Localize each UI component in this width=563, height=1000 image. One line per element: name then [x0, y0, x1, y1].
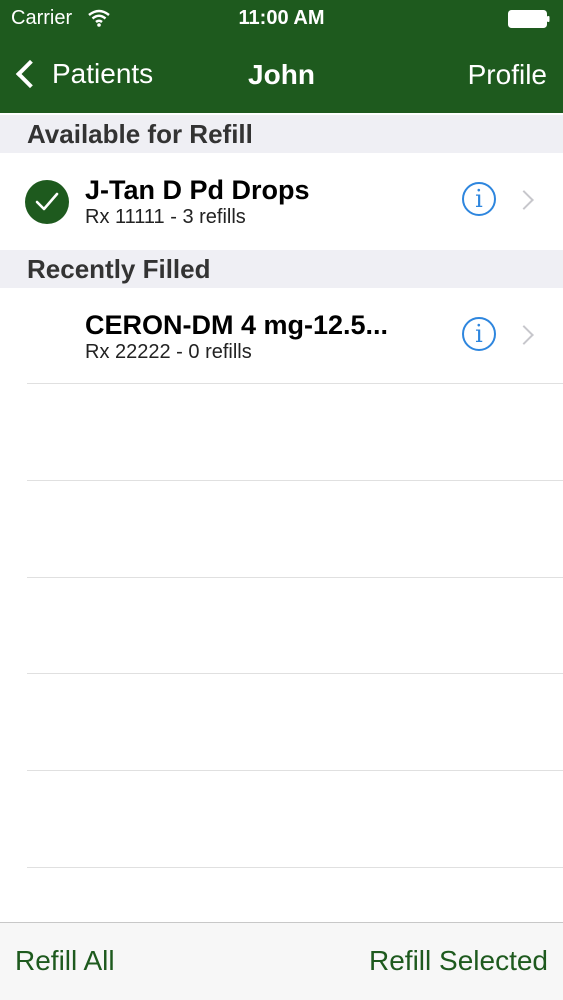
medication-name: J-Tan D Pd Drops: [85, 175, 310, 205]
row-separator: [27, 383, 563, 384]
navigation-bar: Patients John Profile: [0, 38, 563, 113]
info-icon[interactable]: i: [462, 317, 496, 351]
info-icon[interactable]: i: [462, 182, 496, 216]
chevron-right-icon: [514, 190, 534, 210]
status-time: 11:00 AM: [238, 7, 325, 29]
profile-button[interactable]: Profile: [468, 59, 547, 91]
status-bar: Carrier 11:00 AM: [0, 0, 563, 38]
row-separator: [27, 673, 563, 674]
list-item[interactable]: J-Tan D Pd Drops Rx 11111 - 3 refills i: [0, 153, 563, 248]
medication-name: CERON-DM 4 mg-12.5...: [85, 310, 389, 340]
refill-all-button[interactable]: Refill All: [15, 945, 115, 977]
row-separator: [27, 770, 563, 771]
section-header-available: Available for Refill: [0, 115, 563, 153]
medication-detail: Rx 22222 - 0 refills: [85, 341, 252, 363]
row-separator: [27, 577, 563, 578]
row-separator: [27, 867, 563, 868]
bottom-toolbar: Refill All Refill Selected: [0, 922, 563, 1000]
medication-detail: Rx 11111 - 3 refills: [85, 206, 246, 228]
row-separator: [27, 480, 563, 481]
section-header-recent: Recently Filled: [0, 250, 563, 288]
checkmark-icon[interactable]: [25, 180, 69, 224]
battery-icon: [508, 10, 550, 28]
refill-selected-button[interactable]: Refill Selected: [369, 945, 548, 977]
list-item[interactable]: CERON-DM 4 mg-12.5... Rx 22222 - 0 refil…: [0, 288, 563, 383]
app-header: Carrier 11:00 AM Patients John Profile: [0, 0, 563, 113]
chevron-right-icon: [514, 325, 534, 345]
